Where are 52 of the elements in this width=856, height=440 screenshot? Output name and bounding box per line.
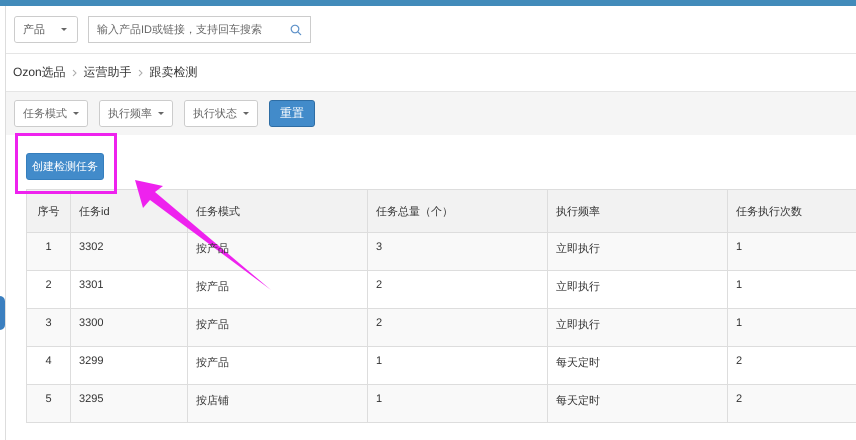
table-cell: 2 [376, 317, 382, 329]
table-cell: 5 [45, 393, 52, 405]
filter-dropdown[interactable]: 执行频率 [99, 100, 173, 127]
table-cell: 3 [376, 241, 382, 253]
table-cell: 按产品 [196, 319, 229, 331]
table-cell: 立即执行 [556, 319, 600, 331]
column-header: 任务模式 [188, 190, 368, 232]
table-cell: 3 [45, 317, 52, 329]
breadcrumb-item[interactable]: 运营助手 [84, 64, 132, 81]
column-header: 任务执行次数 [728, 190, 856, 232]
column-header: 执行频率 [548, 190, 728, 232]
table-cell: 3295 [79, 393, 104, 405]
collapse-handle[interactable] [0, 296, 5, 330]
table-cell: 1 [45, 241, 52, 253]
table-cell: 每天定时 [556, 357, 600, 369]
table-cell: 每天定时 [556, 395, 600, 407]
caret-icon [73, 112, 79, 115]
table-cell: 3300 [79, 317, 104, 329]
table-cell: 按店铺 [196, 395, 229, 407]
table-cell: 按产品 [196, 281, 229, 293]
chevron-icon [138, 68, 144, 76]
search-field[interactable]: 输入产品ID或链接，支持回车搜索 [88, 16, 311, 43]
table-cell: 1 [736, 279, 742, 291]
table-cell: 2 [376, 279, 382, 291]
table-cell: 2 [45, 279, 52, 291]
table-cell: 3301 [79, 279, 104, 291]
table-cell: 2 [736, 393, 742, 405]
filter-dropdown[interactable]: 任务模式 [14, 100, 88, 127]
reset-button[interactable]: 重置 [269, 100, 315, 127]
table-cell: 4 [45, 355, 52, 367]
search-icon[interactable] [290, 24, 302, 36]
create-task-button[interactable]: 创建检测任务 [26, 153, 104, 180]
table-cell: 1 [376, 355, 382, 367]
table-cell: 2 [736, 355, 742, 367]
breadcrumb-item[interactable]: 跟卖检测 [150, 64, 198, 81]
table-cell: 按产品 [196, 357, 229, 369]
caret-icon [158, 112, 164, 115]
chevron-icon [72, 68, 78, 76]
table-cell: 3302 [79, 241, 104, 253]
table-cell: 1 [376, 393, 382, 405]
table-cell: 1 [736, 241, 742, 253]
table-cell: 立即执行 [556, 243, 600, 255]
column-header: 任务总量（个） [368, 190, 548, 232]
filter-dropdown[interactable]: 执行状态 [184, 100, 258, 127]
caret-icon [243, 112, 249, 115]
column-header: 序号 [26, 190, 70, 232]
scope-dropdown[interactable]: 产品 [14, 16, 78, 43]
table-cell: 1 [736, 317, 742, 329]
caret-icon [61, 28, 67, 31]
table-cell: 3299 [79, 355, 104, 367]
breadcrumb-item[interactable]: Ozon选品 [13, 64, 66, 81]
table-cell: 立即执行 [556, 281, 600, 293]
